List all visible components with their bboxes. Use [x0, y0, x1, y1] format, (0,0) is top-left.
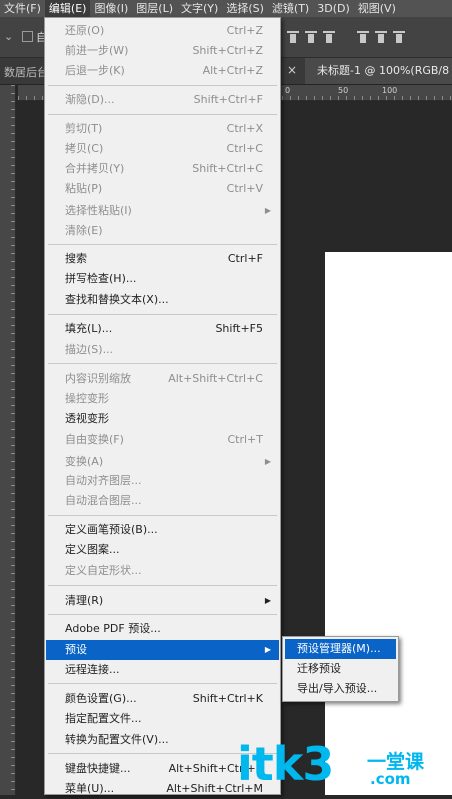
- menu-item-content-aware-scale[interactable]: 内容识别缩放 Alt+Shift+Ctrl+C: [46, 369, 279, 389]
- menu-item-auto-blend-layers[interactable]: 自动混合图层...: [46, 491, 279, 511]
- edit-menu-dropdown: 还原(O) Ctrl+Z 前进一步(W) Shift+Ctrl+Z 后退一步(K) A…: [44, 17, 281, 795]
- tab-untitled-1[interactable]: 未标题-1 @ 100%(RGB/8: [305, 58, 452, 84]
- vertical-ruler: [0, 85, 16, 795]
- menu-item-paste[interactable]: 粘贴(P) Ctrl+V: [46, 179, 279, 199]
- menu-item-presets[interactable]: 预设 ▶: [46, 640, 279, 660]
- presets-submenu: 预设管理器(M)... 迁移预设 导出/导入预设...: [282, 636, 399, 702]
- align-right-icon[interactable]: [393, 31, 405, 43]
- menu-item-search[interactable]: 搜索 Ctrl+F: [46, 249, 279, 269]
- ruler-tick-100: 100: [382, 86, 398, 95]
- menu-item-puppet-warp[interactable]: 操控变形: [46, 389, 279, 409]
- menu-separator: [48, 244, 277, 245]
- menu-type[interactable]: 文字(Y): [177, 0, 222, 17]
- menu-separator: [48, 114, 277, 115]
- menu-item-step-backward[interactable]: 后退一步(K) Alt+Ctrl+Z: [46, 61, 279, 81]
- menu-separator: [48, 683, 277, 684]
- auto-select-checkbox[interactable]: [22, 31, 33, 42]
- submenu-arrow-icon: ▶: [264, 206, 271, 215]
- menu-item-free-transform[interactable]: 自由变换(F) Ctrl+T: [46, 430, 279, 450]
- menu-view[interactable]: 视图(V): [354, 0, 400, 17]
- menu-separator: [48, 585, 277, 586]
- menu-separator: [48, 515, 277, 516]
- menu-item-remote-connections[interactable]: 远程连接...: [46, 660, 279, 680]
- menu-separator: [48, 614, 277, 615]
- menu-select[interactable]: 选择(S): [222, 0, 268, 17]
- menu-filter[interactable]: 滤镜(T): [268, 0, 313, 17]
- watermark-logo: itk3 一堂课 .com: [237, 737, 424, 791]
- menu-item-define-pattern[interactable]: 定义图案...: [46, 540, 279, 560]
- align-left-icon[interactable]: [357, 31, 369, 43]
- align-top-icon[interactable]: [287, 31, 299, 43]
- menu-item-find-replace[interactable]: 查找和替换文本(X)...: [46, 290, 279, 310]
- align-tools: [287, 31, 405, 43]
- menu-item-fill[interactable]: 填充(L)... Shift+F5: [46, 319, 279, 339]
- menu-item-perspective-warp[interactable]: 透视变形: [46, 409, 279, 429]
- menu-separator: [48, 363, 277, 364]
- menu-item-assign-profile[interactable]: 指定配置文件...: [46, 709, 279, 729]
- menu-separator: [48, 314, 277, 315]
- align-horizontal-center-icon[interactable]: [375, 31, 387, 43]
- menu-separator: [48, 85, 277, 86]
- menu-bar: 文件(F) 编辑(E) 图像(I) 图层(L) 文字(Y) 选择(S) 滤镜(T…: [0, 0, 452, 17]
- align-bottom-icon[interactable]: [323, 31, 335, 43]
- watermark-bottom: .com: [370, 770, 411, 788]
- submenu-item-migrate-presets[interactable]: 迁移预设: [285, 659, 396, 679]
- menu-item-define-brush[interactable]: 定义画笔预设(B)...: [46, 520, 279, 540]
- chevron-down-icon[interactable]: ⌄: [4, 30, 13, 43]
- menu-item-color-settings[interactable]: 颜色设置(G)... Shift+Ctrl+K: [46, 689, 279, 709]
- document-canvas[interactable]: [325, 252, 452, 795]
- menu-item-copy-merged[interactable]: 合并拷贝(Y) Shift+Ctrl+C: [46, 159, 279, 179]
- menu-item-auto-align-layers[interactable]: 自动对齐图层...: [46, 471, 279, 491]
- menu-item-fade[interactable]: 渐隐(D)... Shift+Ctrl+F: [46, 90, 279, 110]
- menu-item-paste-special[interactable]: 选择性粘贴(I) ▶: [46, 201, 279, 221]
- menu-item-transform[interactable]: 变换(A) ▶: [46, 452, 279, 472]
- close-icon[interactable]: ×: [287, 63, 297, 77]
- submenu-arrow-icon: ▶: [264, 645, 271, 654]
- ruler-tick-0: 0: [285, 86, 291, 95]
- menu-3d[interactable]: 3D(D): [313, 0, 354, 17]
- tab-document-1[interactable]: 数居后台: [4, 64, 48, 80]
- watermark-main: itk3: [237, 737, 334, 791]
- menu-item-clear[interactable]: 清除(E): [46, 221, 279, 241]
- submenu-arrow-icon: ▶: [264, 457, 271, 466]
- menu-item-purge[interactable]: 清理(R) ▶: [46, 591, 279, 611]
- menu-item-cut[interactable]: 剪切(T) Ctrl+X: [46, 119, 279, 139]
- menu-layer[interactable]: 图层(L): [132, 0, 177, 17]
- menu-item-define-custom-shape[interactable]: 定义自定形状...: [46, 561, 279, 581]
- submenu-arrow-icon: ▶: [264, 596, 271, 605]
- menu-item-copy[interactable]: 拷贝(C) Ctrl+C: [46, 139, 279, 159]
- menu-edit[interactable]: 编辑(E): [44, 0, 91, 17]
- menu-file[interactable]: 文件(F): [0, 0, 45, 17]
- ruler-tick-50: 50: [338, 86, 349, 95]
- submenu-item-preset-manager[interactable]: 预设管理器(M)...: [285, 639, 396, 659]
- align-vertical-center-icon[interactable]: [305, 31, 317, 43]
- menu-item-adobe-pdf-presets[interactable]: Adobe PDF 预设...: [46, 619, 279, 639]
- menu-item-step-forward[interactable]: 前进一步(W) Shift+Ctrl+Z: [46, 41, 279, 61]
- submenu-item-export-import-presets[interactable]: 导出/导入预设...: [285, 679, 396, 699]
- menu-item-stroke[interactable]: 描边(S)...: [46, 340, 279, 360]
- menu-image[interactable]: 图像(I): [90, 0, 132, 17]
- menu-item-undo[interactable]: 还原(O) Ctrl+Z: [46, 21, 279, 41]
- menu-item-spell-check[interactable]: 拼写检查(H)...: [46, 269, 279, 289]
